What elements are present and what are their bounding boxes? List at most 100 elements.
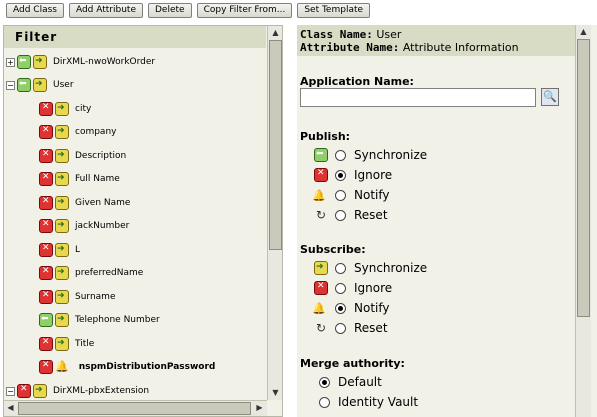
subscribe-sync-icon	[55, 102, 69, 116]
radio-button[interactable]	[335, 169, 346, 181]
synchronize-icon	[314, 261, 328, 275]
add-attribute-button[interactable]: Add Attribute	[68, 3, 143, 18]
attribute-name-value: Attribute Information	[402, 41, 519, 54]
collapse-icon[interactable]: −	[6, 386, 15, 396]
option-label: Notify	[354, 301, 390, 315]
subscribe-option-ignore[interactable]: Ignore	[312, 278, 392, 298]
publish-ignore-icon	[39, 290, 53, 304]
tree-node-attribute[interactable]: Full Name	[39, 169, 120, 189]
option-label: Synchronize	[354, 261, 428, 275]
subscribe-sync-icon	[55, 149, 69, 163]
scroll-up-icon[interactable]: ▲	[576, 25, 591, 38]
scroll-left-icon[interactable]: ◀	[4, 401, 17, 415]
radio-button[interactable]	[319, 376, 330, 388]
tree-node-label: DirXML-pbxExtension	[53, 386, 150, 396]
tree-node-attribute[interactable]: Telephone Number	[39, 310, 160, 330]
publish-sync-icon	[17, 55, 31, 69]
subscribe-option-synchronize[interactable]: Synchronize	[312, 258, 427, 278]
tree-node-label: Title	[75, 339, 95, 349]
publish-ignore-icon	[39, 196, 53, 210]
bell-icon: 🔔	[312, 301, 326, 315]
tree-node-class[interactable]: − User	[6, 75, 74, 95]
subscribe-sync-icon	[55, 219, 69, 233]
tree-node-class[interactable]: + DirXML-nwoWorkOrder	[6, 52, 155, 72]
publish-option-ignore[interactable]: Ignore	[312, 165, 392, 185]
scroll-thumb[interactable]	[18, 402, 251, 415]
subscribe-option-reset[interactable]: ↻ Reset	[312, 318, 388, 338]
scroll-thumb[interactable]	[577, 39, 590, 317]
tree-node-class[interactable]: − DirXML-pbxExtension	[6, 381, 149, 401]
class-name-value: User	[376, 28, 402, 41]
merge-option-default[interactable]: Default	[319, 372, 382, 392]
collapse-icon[interactable]: −	[6, 80, 15, 90]
attribute-name-label: Attribute Name:	[300, 41, 400, 54]
radio-button[interactable]	[335, 282, 346, 294]
option-label: Reset	[354, 321, 388, 335]
option-label: Default	[338, 375, 382, 389]
filter-horizontal-scrollbar[interactable]: ◀ ▶	[4, 400, 267, 416]
option-label: Identity Vault	[338, 395, 419, 409]
radio-button[interactable]	[335, 262, 346, 274]
scroll-thumb[interactable]	[269, 40, 282, 250]
publish-ignore-icon	[39, 266, 53, 280]
option-label: Synchronize	[354, 148, 428, 162]
ignore-icon	[314, 168, 328, 182]
tree-node-label: DirXML-nwoWorkOrder	[53, 57, 156, 67]
application-name-label: Application Name:	[300, 75, 414, 88]
scroll-right-icon[interactable]: ▶	[253, 401, 266, 415]
reset-icon: ↻	[315, 208, 327, 222]
filter-pane: Filter + DirXML-nwoWorkOrder − User city…	[3, 25, 283, 417]
tree-node-attribute-selected[interactable]: 🔔 nspmDistributionPassword	[39, 357, 215, 377]
subscribe-option-notify[interactable]: 🔔 Notify	[312, 298, 389, 318]
ignore-icon	[314, 281, 328, 295]
publish-ignore-icon	[39, 219, 53, 233]
filter-title: Filter	[4, 26, 266, 48]
tree-node-attribute[interactable]: city	[39, 99, 91, 119]
copy-filter-button[interactable]: Copy Filter From...	[196, 3, 293, 18]
publish-option-reset[interactable]: ↻ Reset	[312, 205, 388, 225]
option-label: Ignore	[354, 281, 393, 295]
tree-node-attribute[interactable]: L	[39, 240, 80, 260]
tree-node-attribute[interactable]: Surname	[39, 287, 115, 307]
publish-ignore-icon	[17, 384, 31, 398]
set-template-button[interactable]: Set Template	[297, 3, 371, 18]
subscribe-sync-icon	[55, 313, 69, 327]
browse-icon[interactable]: 🔍	[541, 88, 559, 106]
publish-sync-icon	[17, 78, 31, 92]
tree-node-label: jackNumber	[75, 221, 130, 231]
tree-node-label: preferredName	[75, 268, 144, 278]
tree-node-attribute[interactable]: jackNumber	[39, 216, 129, 236]
tree-node-label: Surname	[75, 292, 116, 302]
scroll-down-icon[interactable]: ▼	[268, 386, 282, 399]
details-vertical-scrollbar[interactable]: ▲	[575, 25, 591, 417]
radio-button[interactable]	[319, 396, 330, 408]
radio-button[interactable]	[335, 302, 346, 314]
tree-node-attribute[interactable]: Given Name	[39, 193, 130, 213]
application-name-input[interactable]	[300, 88, 536, 107]
publish-ignore-icon	[39, 360, 53, 374]
merge-option-identity-vault[interactable]: Identity Vault	[319, 392, 418, 412]
filter-vertical-scrollbar[interactable]: ▲ ▼	[267, 26, 282, 400]
radio-button[interactable]	[335, 209, 346, 221]
delete-button[interactable]: Delete	[148, 3, 192, 18]
publish-label: Publish:	[300, 130, 351, 143]
tree-node-label: nspmDistributionPassword	[78, 362, 216, 372]
publish-option-synchronize[interactable]: Synchronize	[312, 145, 427, 165]
publish-option-notify[interactable]: 🔔 Notify	[312, 185, 389, 205]
tree-node-attribute[interactable]: Title	[39, 334, 94, 354]
tree-node-attribute[interactable]: company	[39, 122, 116, 142]
add-class-button[interactable]: Add Class	[6, 3, 64, 18]
subscribe-sync-icon	[55, 337, 69, 351]
subscribe-sync-icon	[55, 196, 69, 210]
subscribe-sync-icon	[33, 55, 47, 69]
tree-node-attribute[interactable]: preferredName	[39, 263, 143, 283]
scroll-up-icon[interactable]: ▲	[268, 26, 282, 39]
reset-icon: ↻	[315, 321, 327, 335]
tree-node-attribute[interactable]: Description	[39, 146, 126, 166]
radio-button[interactable]	[335, 322, 346, 334]
details-pane: Class Name: User Attribute Name: Attribu…	[297, 25, 597, 417]
subscribe-sync-icon	[33, 78, 47, 92]
expand-icon[interactable]: +	[6, 57, 15, 67]
radio-button[interactable]	[335, 189, 346, 201]
radio-button[interactable]	[335, 149, 346, 161]
